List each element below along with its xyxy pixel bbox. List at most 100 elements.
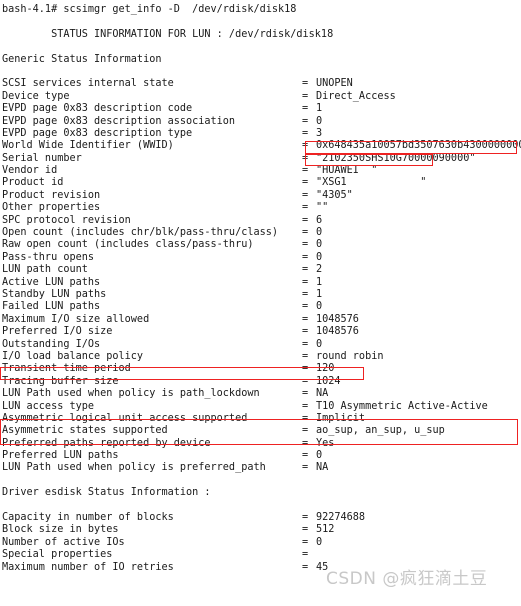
property-value: 0 (316, 239, 323, 251)
property-key: Vendor id (2, 165, 58, 177)
property-row: Open count (includes chr/blk/pass-thru/c… (2, 227, 521, 239)
property-row: LUN access type = T10 Asymmetric Active-Ac… (2, 401, 521, 413)
property-value: 1 (316, 276, 323, 288)
property-key: Active LUN paths (2, 276, 101, 288)
property-value: 0 (316, 338, 323, 350)
equals-sign: = (302, 152, 309, 164)
property-row: Preferred LUN paths = 0 (2, 450, 521, 462)
property-row: Vendor id = "HUAWEI " (2, 165, 521, 177)
equals-sign: = (302, 189, 309, 201)
property-row: Maximum I/O size allowed = 1048576 (2, 314, 521, 326)
property-value: "" (316, 202, 329, 214)
equals-sign: = (302, 450, 309, 462)
property-key: Preferred I/O size (2, 326, 113, 338)
equals-sign: = (302, 251, 309, 263)
equals-sign: = (302, 177, 309, 189)
equals-sign: = (302, 412, 309, 424)
equals-sign: = (302, 227, 309, 239)
property-row: Capacity in number of blocks = 92274688 (2, 512, 521, 524)
property-value: 1 (316, 288, 323, 300)
equals-sign: = (302, 140, 309, 152)
property-value: 0 (316, 301, 323, 313)
property-key: World Wide Identifier (WWID) (2, 140, 174, 152)
equals-sign: = (302, 301, 309, 313)
property-value: Direct_Access (316, 90, 396, 102)
property-value: 92274688 (316, 512, 366, 524)
property-value: "HUAWEI " (316, 165, 378, 177)
property-key: EVPD page 0x83 description code (2, 103, 193, 115)
equals-sign: = (302, 288, 309, 300)
property-value: ao_sup, an_sup, u_sup (316, 425, 445, 437)
property-row: Product revision = "4305" (2, 190, 521, 202)
property-row: Pass-thru opens = 0 (2, 252, 521, 264)
property-value: 1048576 (316, 326, 359, 338)
equals-sign: = (302, 326, 309, 338)
status-information-title: STATUS INFORMATION FOR LUN : /dev/rdisk/… (2, 28, 334, 40)
property-value: 0 (316, 536, 323, 548)
property-value: 3 (316, 127, 323, 139)
property-key: SCSI services internal state (2, 78, 174, 90)
property-value: Implicit (316, 412, 366, 424)
property-value: NA (316, 462, 329, 474)
property-row: Special properties = (2, 549, 521, 561)
property-row: Number of active IOs = 0 (2, 537, 521, 549)
equals-sign: = (302, 78, 309, 90)
property-row: Transient time period = 120 (2, 363, 521, 375)
property-row: World Wide Identifier (WWID) = 0x648435a10… (2, 140, 521, 152)
equals-sign: = (302, 375, 309, 387)
generic-status-table: SCSI services internal state = UNOPEN Devic… (2, 78, 521, 475)
property-value: 0 (316, 115, 323, 127)
property-row: Failed LUN paths = 0 (2, 301, 521, 313)
driver-status-heading: Driver esdisk Status Information : (2, 487, 211, 499)
property-value: 1048576 (316, 313, 359, 325)
property-value: "2102350SHS10G70000090000" (316, 152, 476, 164)
equals-sign: = (302, 400, 309, 412)
property-row: EVPD page 0x83 description association = 0 (2, 116, 521, 128)
property-row: Product id = "XSG1 " (2, 177, 521, 189)
equals-sign: = (302, 264, 309, 276)
property-key: Maximum number of IO retries (2, 561, 174, 573)
equals-sign: = (302, 338, 309, 350)
equals-sign: = (302, 350, 309, 362)
property-row: Other properties = "" (2, 202, 521, 214)
property-key: Asymmetric logical unit access supported (2, 412, 248, 424)
property-key: Device type (2, 90, 70, 102)
property-key: LUN path count (2, 264, 88, 276)
property-row: Outstanding I/Os = 0 (2, 339, 521, 351)
csdn-watermark: CSDN @疯狂滴土豆 (326, 569, 488, 589)
property-key: Product id (2, 177, 64, 189)
property-row: Asymmetric logical unit access supported… (2, 413, 521, 425)
terminal-window: bash-4.1# scsimgr get_info -D /dev/rdisk… (0, 0, 521, 606)
property-key: Raw open count (includes class/pass-thru… (2, 239, 254, 251)
generic-status-heading: Generic Status Information (2, 53, 162, 65)
property-key: Capacity in number of blocks (2, 512, 174, 524)
property-row: Active LUN paths = 1 (2, 277, 521, 289)
property-key: Standby LUN paths (2, 288, 107, 300)
property-key: Other properties (2, 202, 101, 214)
equals-sign: = (302, 437, 309, 449)
property-row: Preferred I/O size = 1048576 (2, 326, 521, 338)
property-value: 0 (316, 227, 323, 239)
equals-sign: = (302, 214, 309, 226)
property-key: Serial number (2, 152, 82, 164)
property-row: LUN Path used when policy is path_lockdo… (2, 388, 521, 400)
property-key: Number of active IOs (2, 536, 125, 548)
shell-prompt-line: bash-4.1# scsimgr get_info -D /dev/rdisk… (2, 4, 297, 15)
property-key: Product revision (2, 189, 101, 201)
property-key: Maximum I/O size allowed (2, 313, 150, 325)
property-key: LUN Path used when policy is preferred_p… (2, 462, 266, 474)
property-value: 120 (316, 363, 335, 375)
property-row: SCSI services internal state = UNOPEN (2, 78, 521, 90)
property-key: Transient time period (2, 363, 131, 375)
property-row: LUN path count = 2 (2, 264, 521, 276)
equals-sign: = (302, 239, 309, 251)
equals-sign: = (302, 165, 309, 177)
equals-sign: = (302, 388, 309, 400)
property-row: SPC protocol revision = 6 (2, 215, 521, 227)
driver-status-table: Capacity in number of blocks = 92274688 Blo… (2, 512, 521, 574)
property-row: Device type = Direct_Access (2, 91, 521, 103)
property-key: Tracing buffer size (2, 375, 119, 387)
